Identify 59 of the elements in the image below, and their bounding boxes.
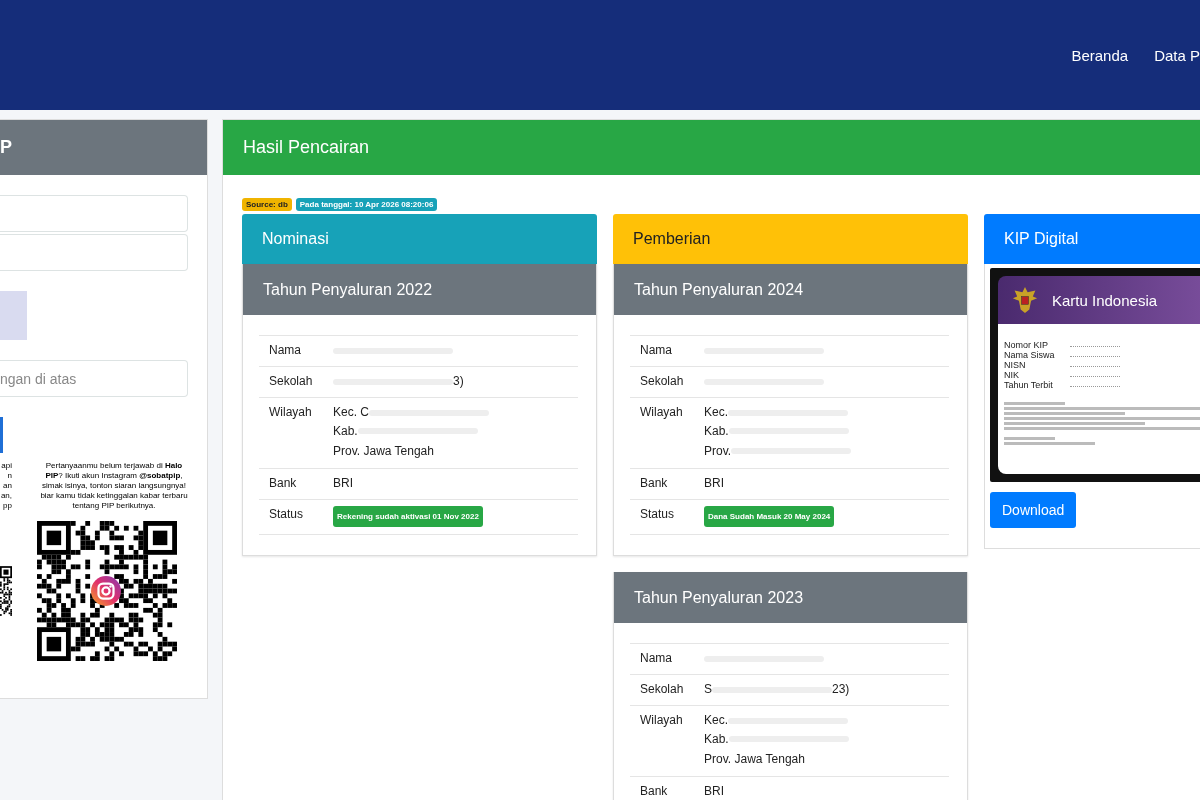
- table-cell: BRI: [704, 475, 724, 492]
- field-label: Nomor KIP: [1004, 340, 1049, 350]
- table-cell: BRI: [333, 475, 353, 492]
- table-cell: Kab.: [704, 730, 729, 748]
- input-field[interactable]: [0, 195, 188, 232]
- table-cell-text: Bank: [640, 783, 669, 800]
- panel-title: Hasil Pencairan: [243, 137, 370, 158]
- table-cell: 23): [832, 681, 850, 698]
- column-header: KIP Digital: [984, 214, 1200, 264]
- table-cell: Kab.: [333, 422, 358, 440]
- card-title: Tahun Penyaluran 2024: [634, 280, 804, 299]
- table-cell-text: Sekolah: [269, 373, 314, 390]
- input-field[interactable]: ngan di atas: [0, 360, 188, 397]
- info-badge: Pada tanggal: 10 Apr 2026 08:20:06: [295, 198, 438, 211]
- captcha-image: [0, 291, 27, 340]
- table-cell: BRI: [704, 783, 724, 800]
- table-cell-text: Nama: [640, 650, 673, 667]
- nav-link[interactable]: Beranda: [1071, 46, 1129, 64]
- card-title: Tahun Penyaluran 2023: [634, 588, 804, 607]
- eagle-emblem-icon: [1012, 285, 1038, 315]
- status-badge: Rekening sudah aktivasi 01 Nov 2022: [333, 506, 483, 527]
- table-cell: Kec.: [704, 404, 728, 421]
- table-cell-text: Bank: [640, 475, 669, 492]
- table-cell-text: Nama: [640, 342, 673, 359]
- field-label: Nama Siswa: [1004, 350, 1056, 360]
- nav-link[interactable]: Data P: [1154, 46, 1200, 64]
- table-cell: 3): [453, 373, 464, 390]
- table-cell: Prov.: [704, 442, 732, 460]
- panel-title: P: [0, 137, 12, 158]
- info-text: Pertanyaanmu belum terjawab di Halo PIP? Ikuti akun Instagram @sobatpip, simak isinya, tonton siaran langsungnya! biar kamu tidak ketinggalan kabar terbaru tentang PIP berikutnya.: [40, 461, 188, 511]
- table-cell: Prov. Jawa Tengah: [704, 750, 805, 768]
- download-button[interactable]: Download: [990, 492, 1077, 528]
- instagram-icon: [91, 576, 121, 606]
- table-cell: Prov. Jawa Tengah: [333, 442, 434, 460]
- table-cell-text: Sekolah: [640, 373, 685, 390]
- column-header: Pemberian: [613, 214, 968, 264]
- table-cell-text: Wilayah: [640, 404, 684, 421]
- info-text: api n an an, pp: [0, 461, 12, 511]
- table-cell-text: Nama: [269, 342, 302, 359]
- table-cell: Kab.: [704, 422, 729, 440]
- column-header: Nominasi: [242, 214, 597, 264]
- field-label: NIK: [1004, 370, 1020, 380]
- field-label: Tahun Terbit: [1004, 380, 1054, 390]
- table-cell: Kec.: [704, 712, 728, 729]
- table-cell-text: Status: [640, 506, 676, 523]
- submit-button[interactable]: [0, 417, 3, 453]
- table-cell-text: Sekolah: [640, 681, 685, 698]
- table-cell-text: Bank: [269, 475, 298, 492]
- info-badge: Source: db: [242, 198, 292, 211]
- table-cell-text: Wilayah: [640, 712, 684, 729]
- table-cell-text: Wilayah: [269, 404, 313, 421]
- table-cell: Kec. C: [333, 404, 369, 421]
- card-title: Kartu Indonesia: [1052, 291, 1158, 309]
- field-label: NISN: [1004, 360, 1027, 370]
- input-field[interactable]: [0, 234, 188, 271]
- card-title: Tahun Penyaluran 2022: [263, 280, 433, 299]
- table-cell-text: Status: [269, 506, 305, 523]
- table-cell: S: [704, 681, 712, 698]
- status-badge: Dana Sudah Masuk 20 May 2024: [704, 506, 835, 527]
